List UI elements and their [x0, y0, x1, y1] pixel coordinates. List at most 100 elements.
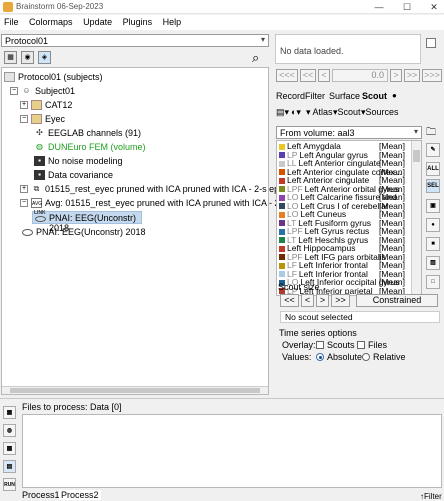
folder-icon: [31, 114, 42, 124]
protocol-select[interactable]: Protocol01: [1, 34, 269, 47]
scout-scrollbar[interactable]: [411, 141, 421, 295]
color-icon[interactable]: ◐▾: [291, 107, 301, 118]
expand-icon[interactable]: +: [20, 101, 28, 109]
menu-update[interactable]: Update: [79, 15, 116, 29]
time-first-button[interactable]: <<<: [276, 69, 298, 82]
edit-scout-icon[interactable]: ✎: [426, 143, 440, 157]
minimize-button[interactable]: —: [372, 1, 386, 13]
relative-radio[interactable]: [362, 353, 370, 361]
open-folder-icon[interactable]: 🗀: [426, 125, 436, 142]
menu-help[interactable]: Help: [159, 15, 186, 29]
tree-node-noisecov[interactable]: ▪ No noise modeling: [34, 154, 123, 168]
expand-icon[interactable]: −: [10, 87, 18, 95]
menu-plugins[interactable]: Plugins: [119, 15, 157, 29]
channel-icon: ✣: [36, 128, 43, 137]
tree-node-channels[interactable]: ✣ EEGLAB channels (91): [34, 126, 141, 140]
brain-link-icon: [35, 216, 46, 222]
scout-color-swatch: [279, 152, 285, 159]
scout-color-swatch: [279, 271, 285, 278]
scout-scroll-thumb[interactable]: [413, 150, 420, 162]
time-prev-button[interactable]: <: [318, 69, 330, 82]
atlas-menu[interactable]: ▾ Atlas: [306, 107, 333, 118]
overlay-label: Overlay:: [282, 340, 316, 350]
scout-opaque-icon[interactable]: ■: [426, 237, 440, 251]
epochs-icon: ⧉: [33, 184, 40, 193]
process-timefreq-icon[interactable]: ▩: [3, 442, 16, 455]
tree-hscroll-thumb[interactable]: [10, 388, 260, 393]
time-last-button[interactable]: >>>: [422, 69, 442, 82]
scout-color-swatch: [279, 228, 285, 235]
maximize-button[interactable]: ☐: [400, 1, 414, 13]
tree-node-protocol[interactable]: Protocol01 (subjects): [4, 70, 103, 84]
scout-transparent-icon[interactable]: ▨: [426, 256, 440, 270]
menu-colormaps[interactable]: Colormaps: [25, 15, 77, 29]
constrained-button[interactable]: Constrained: [356, 294, 438, 307]
process-file-list: [22, 414, 442, 488]
time-prev-fast-button[interactable]: <<: [300, 69, 316, 82]
scout-color-swatch: [279, 220, 285, 227]
process-data-icon[interactable]: ▦: [3, 406, 16, 419]
tab-filter[interactable]: Filter: [305, 91, 325, 101]
overlay-scouts-checkbox[interactable]: [316, 341, 324, 349]
tab-record[interactable]: Record: [276, 91, 305, 101]
tab-process2[interactable]: Process2: [59, 490, 101, 500]
absolute-radio[interactable]: [316, 353, 324, 361]
tab-bar: Record Filter Surface Scout ●: [276, 91, 436, 103]
close-button[interactable]: ✕: [427, 1, 441, 13]
run-button[interactable]: RUN: [3, 478, 16, 491]
tree-node-headmodel[interactable]: ◍ DUNEuro FEM (volume): [34, 140, 146, 154]
tree-node-pnai[interactable]: PNAI: EEG(Unconstr) 2018: [22, 225, 146, 239]
overlay-files-label: Files: [368, 340, 388, 350]
tree-node-eyec[interactable]: − Eyec: [20, 112, 65, 126]
scout-edge-icon[interactable]: □: [426, 275, 440, 289]
all-scouts-button[interactable]: ALL: [426, 162, 440, 176]
datacov-icon: ▪: [34, 170, 45, 180]
scout-size-label: Scout size: [278, 282, 320, 292]
layout-icon[interactable]: [426, 38, 436, 48]
scout-color-swatch: [279, 169, 285, 176]
scout-status: No scout selected: [280, 311, 440, 323]
overlay-files-checkbox[interactable]: [357, 341, 365, 349]
noisecov-icon: ▪: [34, 156, 45, 166]
sources-menu[interactable]: ▾Sources: [361, 107, 399, 118]
functional-view-icon[interactable]: ◉: [21, 51, 34, 64]
scout-contour-icon[interactable]: ▣: [426, 199, 440, 213]
selected-scouts-button[interactable]: SEL: [426, 179, 440, 193]
study-view-icon[interactable]: ◈: [38, 51, 51, 64]
time-value-input[interactable]: 0.0: [332, 69, 388, 82]
anatomy-view-icon[interactable]: ▦: [4, 51, 17, 64]
expand-icon[interactable]: −: [20, 199, 28, 207]
scout-size-controls: << < > >> Constrained: [280, 294, 440, 308]
time-next-fast-button[interactable]: >>: [404, 69, 420, 82]
window-options: [422, 34, 440, 64]
menu-file[interactable]: File: [0, 15, 23, 29]
tab-process1[interactable]: Process1: [22, 490, 60, 500]
process-sources-icon[interactable]: ◍: [3, 424, 16, 437]
files-to-process-header: Files to process: Data [0]: [22, 402, 442, 414]
shrink-fast-button[interactable]: <<: [280, 294, 299, 307]
expand-icon[interactable]: −: [20, 115, 28, 123]
overlay-scouts-label: Scouts: [327, 340, 355, 350]
tree-node-cat12[interactable]: + CAT12: [20, 98, 72, 112]
tree-node-average[interactable]: − AVG Avg: 01515_rest_eyec pruned with ICA…: [20, 196, 319, 210]
grow-button[interactable]: >: [316, 294, 329, 307]
tree-node-pnai-link[interactable]: LINK PNAI: EEG(Unconstr) 2018: [32, 210, 142, 233]
tree-hscrollbar[interactable]: [2, 386, 268, 394]
tab-scout[interactable]: Scout: [362, 91, 387, 101]
tree-node-datacov[interactable]: ▪ Data covariance: [34, 168, 113, 182]
time-next-button[interactable]: >: [390, 69, 402, 82]
scout-dot-icon[interactable]: ●: [426, 218, 440, 232]
atlas-select[interactable]: From volume: aal3: [276, 126, 422, 139]
scout-display-icon[interactable]: ▤▾: [276, 107, 289, 118]
grow-fast-button[interactable]: >>: [331, 294, 350, 307]
expand-icon[interactable]: +: [20, 185, 28, 193]
scout-menu[interactable]: ▾Scout: [333, 107, 361, 118]
tree-node-epochs[interactable]: + ⧉ 01515_rest_eyec pruned with ICA pruned…: [20, 182, 319, 196]
tab-surface[interactable]: Surface: [329, 91, 360, 101]
tree-node-subject[interactable]: − ☺ Subject01: [10, 84, 75, 98]
process-matrix-icon[interactable]: ▤: [3, 460, 16, 473]
app-icon: [3, 2, 13, 12]
shrink-button[interactable]: <: [301, 294, 314, 307]
absolute-label: Absolute: [327, 352, 363, 362]
search-icon[interactable]: ⌕: [252, 50, 259, 66]
